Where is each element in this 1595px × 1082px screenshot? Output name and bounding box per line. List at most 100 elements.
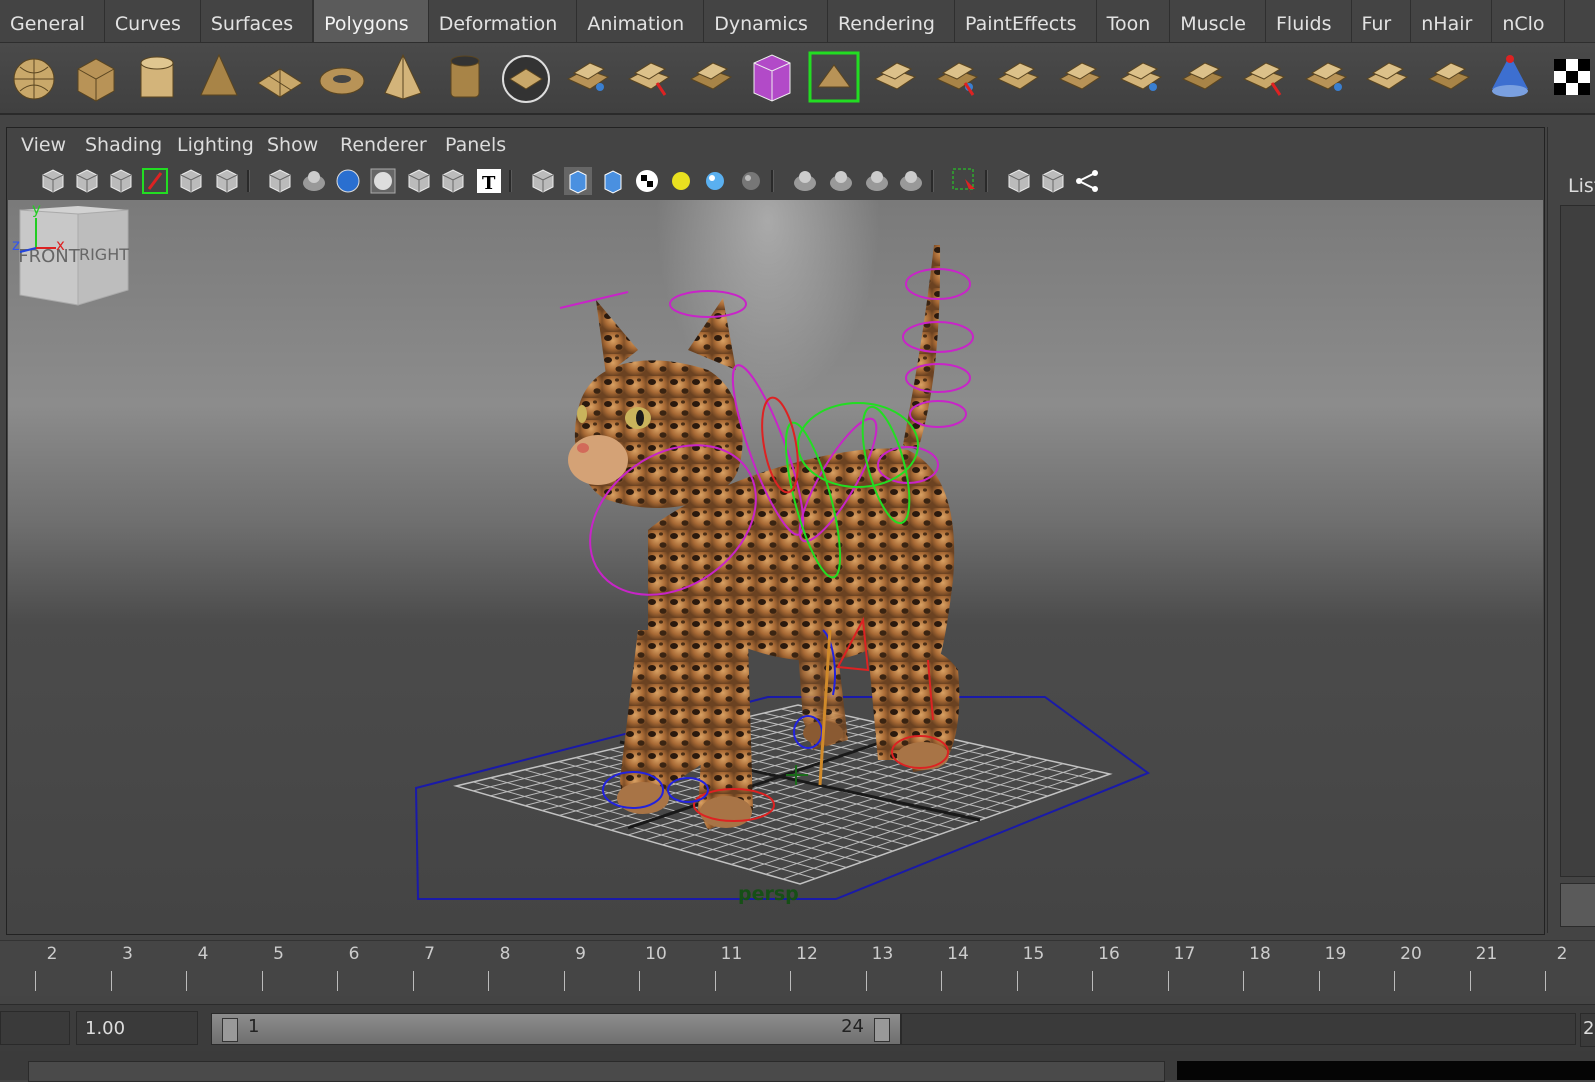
current-time-field[interactable]: 1.00 <box>76 1011 198 1045</box>
start-time-field[interactable] <box>0 1011 70 1045</box>
poly-cylinder-icon[interactable] <box>129 49 185 105</box>
bridge-icon[interactable] <box>806 49 862 105</box>
shelf-tab-general[interactable]: General <box>0 0 105 42</box>
axis-z-label: z <box>12 236 20 254</box>
shelf-tab-dynamics[interactable]: Dynamics <box>704 0 828 42</box>
range-slider[interactable]: 1 24 <box>211 1013 901 1045</box>
frame-selected-icon[interactable] <box>1037 165 1069 197</box>
append-icon[interactable] <box>1113 49 1169 105</box>
shelf-tab-nhair[interactable]: nHair <box>1411 0 1492 42</box>
extrude-icon[interactable] <box>929 49 985 105</box>
panel-menu-bar: View Shading Lighting Show Renderer Pane… <box>7 128 1544 162</box>
time-tick <box>337 971 338 991</box>
poly-helix-icon[interactable] <box>498 49 554 105</box>
panel-toolbar: T <box>7 162 1544 200</box>
poly-plane-icon[interactable] <box>252 49 308 105</box>
command-line-input[interactable] <box>28 1061 1165 1082</box>
image-plane-icon[interactable] <box>139 165 171 197</box>
graph-icon[interactable] <box>1071 165 1103 197</box>
shelf-tab-surfaces[interactable]: Surfaces <box>201 0 313 42</box>
camera-attributes-icon[interactable] <box>71 165 103 197</box>
poke-icon[interactable] <box>1421 49 1477 105</box>
end-time-field[interactable]: 2 <box>1580 1013 1595 1047</box>
menu-renderer[interactable]: Renderer <box>340 134 427 156</box>
time-tick <box>35 971 36 991</box>
wedge-icon[interactable] <box>1359 49 1415 105</box>
menu-view[interactable]: View <box>21 134 66 156</box>
default-light-icon[interactable] <box>665 165 697 197</box>
wire-cube-icon[interactable] <box>527 165 559 197</box>
xray-icon[interactable] <box>298 165 330 197</box>
range-end-handle[interactable] <box>874 1018 890 1042</box>
time-tick-label: 17 <box>1174 944 1196 964</box>
shelf-tab-deformation[interactable]: Deformation <box>429 0 578 42</box>
time-tick-label: 13 <box>872 944 894 964</box>
time-tick-label: 21 <box>1476 944 1498 964</box>
select-faces-icon[interactable] <box>867 49 923 105</box>
shadows-icon[interactable] <box>735 165 767 197</box>
uv-layout-icon[interactable] <box>1482 49 1538 105</box>
poly-torus-icon[interactable] <box>314 49 370 105</box>
combine-icon[interactable] <box>621 49 677 105</box>
film-gate-icon[interactable] <box>211 165 243 197</box>
poly-pyramid-icon[interactable] <box>375 49 431 105</box>
shelf-tab-muscle[interactable]: Muscle <box>1170 0 1266 42</box>
merge-icon[interactable] <box>990 49 1046 105</box>
insert-edge-loop-icon[interactable] <box>1236 49 1292 105</box>
smooth-proxy-icon[interactable] <box>744 49 800 105</box>
offset-edge-icon[interactable] <box>1298 49 1354 105</box>
wireframe-icon[interactable] <box>264 165 296 197</box>
smooth-shade-icon[interactable] <box>332 165 364 197</box>
shelf-tab-rendering[interactable]: Rendering <box>828 0 955 42</box>
bookmark-icon[interactable] <box>105 165 137 197</box>
xray-active-icon[interactable] <box>861 165 893 197</box>
extract-icon[interactable] <box>683 49 739 105</box>
poly-cone-icon[interactable] <box>191 49 247 105</box>
menu-show[interactable]: Show <box>267 134 318 156</box>
checker-display-icon[interactable] <box>631 165 663 197</box>
shelf-tab-animation[interactable]: Animation <box>577 0 704 42</box>
menu-lighting[interactable]: Lighting <box>177 134 254 156</box>
select-highlight-icon[interactable] <box>949 165 981 197</box>
xray-joints-icon[interactable] <box>825 165 857 197</box>
camera-name-label: persp <box>738 883 799 905</box>
wire-on-shaded-icon[interactable] <box>597 165 629 197</box>
textured-icon[interactable] <box>403 165 435 197</box>
shelf-tab-nclo[interactable]: nClo <box>1492 0 1564 42</box>
menu-panels[interactable]: Panels <box>445 134 506 156</box>
time-tick <box>1168 971 1169 991</box>
frame-all-icon[interactable] <box>1003 165 1035 197</box>
shelf-tab-fluids[interactable]: Fluids <box>1266 0 1352 42</box>
all-lights-icon[interactable] <box>699 165 731 197</box>
poly-sphere-icon[interactable] <box>6 49 62 105</box>
bevel-icon[interactable] <box>1052 49 1108 105</box>
time-tick-label: 2 <box>47 944 58 964</box>
time-tick <box>790 971 791 991</box>
poly-pipe-icon[interactable] <box>437 49 493 105</box>
select-camera-icon[interactable] <box>37 165 69 197</box>
flat-shade-icon[interactable] <box>367 165 399 197</box>
time-tick-label: 8 <box>500 944 511 964</box>
split-polygon-icon[interactable] <box>1175 49 1231 105</box>
poly-cube-icon[interactable] <box>68 49 124 105</box>
shelf-tab-curves[interactable]: Curves <box>105 0 201 42</box>
right-panel-button[interactable] <box>1560 883 1595 927</box>
checker-icon[interactable] <box>1544 49 1595 105</box>
backface-icon[interactable] <box>895 165 927 197</box>
time-slider[interactable]: 234567891011121314151617181920212 <box>0 940 1595 996</box>
shaded-cube-icon[interactable] <box>562 165 594 197</box>
lights-icon[interactable] <box>437 165 469 197</box>
grid-icon[interactable] <box>175 165 207 197</box>
shelf-tab-fur[interactable]: Fur <box>1352 0 1412 42</box>
time-tick <box>1394 971 1395 991</box>
right-panel-list[interactable] <box>1560 205 1595 877</box>
shelf-tab-painteffects[interactable]: PaintEffects <box>955 0 1097 42</box>
shelf-tab-toon[interactable]: Toon <box>1097 0 1171 42</box>
range-start-handle[interactable] <box>222 1018 238 1042</box>
shelf-tab-polygons[interactable]: Polygons <box>313 0 429 42</box>
hud-icon[interactable]: T <box>473 165 505 197</box>
separate-icon[interactable] <box>560 49 616 105</box>
perspective-viewport[interactable]: FRONT RIGHT y z x persp <box>8 200 1543 933</box>
isolate-icon[interactable] <box>789 165 821 197</box>
menu-shading[interactable]: Shading <box>85 134 162 156</box>
